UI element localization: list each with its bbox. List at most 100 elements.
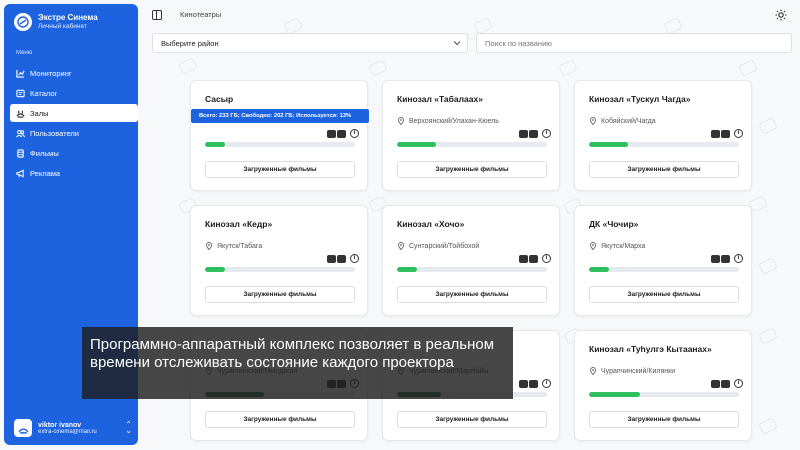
sidebar-item-films[interactable]: Фильмы (10, 144, 138, 162)
sidebar-item-monitoring[interactable]: Мониторинг (10, 64, 138, 82)
chevron-down-icon (453, 41, 461, 46)
users-icon (16, 129, 25, 137)
projector-icon[interactable] (327, 129, 347, 138)
cinema-card: Кинозал «Туһулгэ Кытаанах» Чурапчинский/… (574, 330, 752, 441)
card-status-icons: i (519, 379, 551, 388)
brand-name: Экстре Синема (38, 13, 98, 22)
location-pin-icon (590, 117, 596, 125)
storage-progress-bar (589, 142, 739, 147)
avatar (14, 419, 32, 437)
user-email: extra-cinema@mail.ru (38, 428, 97, 435)
cinema-title: Кинозал «Хочо» (397, 219, 465, 229)
storage-progress-fill (397, 142, 436, 147)
projector-icon[interactable] (327, 254, 347, 263)
sidebar-nav: Мониторинг Каталог Залы Пользователи Фил… (10, 64, 138, 184)
user-name: viktor ivanov (38, 421, 82, 429)
sidebar-item-label: Мониторинг (30, 68, 72, 78)
brand-subtitle: Личный кабинет (38, 23, 87, 30)
info-icon[interactable]: i (542, 254, 551, 263)
storage-progress-fill (589, 142, 628, 147)
cinema-location: Якутск/Табага (205, 242, 262, 250)
sidebar-toggle-icon[interactable] (152, 10, 162, 20)
projector-icon[interactable] (711, 379, 731, 388)
info-icon[interactable]: i (542, 379, 551, 388)
storage-progress-fill (205, 267, 225, 272)
sidebar-item-halls[interactable]: Залы (10, 104, 138, 122)
loaded-films-button[interactable]: Загруженные фильмы (205, 286, 355, 303)
sidebar-item-users[interactable]: Пользователи (10, 124, 138, 142)
storage-progress-fill (589, 392, 640, 397)
district-select[interactable]: Выберите район (152, 33, 468, 53)
sun-icon[interactable] (775, 9, 787, 21)
cinema-card: ДК «Чочир» Якутск/Мархa i Загруженные фил… (574, 205, 752, 316)
storage-progress-bar (397, 142, 547, 147)
projector-icon[interactable] (519, 129, 539, 138)
film-icon (17, 148, 24, 158)
brand-logo-icon (14, 13, 32, 31)
cinema-card: Кинозал «Табалаах» Верхоянский/Улахан-Кю… (382, 80, 560, 191)
cinema-location-text: Сунтарский/Тойбохой (409, 242, 480, 250)
storage-progress-fill (205, 142, 225, 147)
location-pin-icon (206, 242, 212, 250)
chevron-up-down-icon[interactable]: ⌃ ⌄ (125, 421, 132, 435)
storage-progress-bar (589, 392, 739, 397)
info-icon[interactable]: i (542, 129, 551, 138)
cinema-title: Кинозал «Туһулгэ Кытаанах» (589, 344, 712, 354)
sidebar-item-label: Пользователи (30, 128, 79, 138)
location-pin-icon (398, 242, 404, 250)
projector-icon[interactable] (519, 379, 539, 388)
cinema-title: Кинозал «Кедр» (205, 219, 273, 229)
loaded-films-button[interactable]: Загруженные фильмы (397, 161, 547, 178)
cinema-card: Кинозал «Кедр» Якутск/Табага i Загруженны… (190, 205, 368, 316)
info-icon[interactable]: i (350, 254, 359, 263)
projector-icon[interactable] (711, 254, 731, 263)
cinema-location: Верхоянский/Улахан-Кюель (397, 117, 499, 125)
cinema-location: Чурапчинский/Килянки (589, 367, 675, 375)
sidebar-item-ads[interactable]: Реклама (10, 164, 138, 182)
catalog-icon (16, 89, 25, 97)
card-status-icons: i (711, 379, 743, 388)
location-pin-icon (398, 117, 404, 125)
storage-progress-bar (205, 142, 355, 147)
card-status-icons: i (519, 254, 551, 263)
projector-icon[interactable] (519, 254, 539, 263)
storage-progress-fill (397, 267, 417, 272)
user-profile[interactable]: viktor ivanov extra-cinema@mail.ru ⌃ ⌄ (14, 419, 132, 437)
cinema-card: Кинозал «Тускул Чагда» Кобяйский/Чагда i… (574, 80, 752, 191)
halls-icon (18, 427, 28, 434)
info-icon[interactable]: i (734, 254, 743, 263)
cinema-card: Сасыр Всего: 233 ГБ; Свободно: 202 ГБ; Ис… (190, 80, 369, 191)
card-status-icons: i (327, 254, 359, 263)
card-status-icons: i (327, 129, 359, 138)
sidebar-item-label: Реклама (30, 168, 61, 178)
cinema-title: Кинозал «Тускул Чагда» (589, 94, 691, 104)
menu-caption: Меню (16, 50, 33, 56)
cinema-location-text: Верхоянский/Улахан-Кюель (409, 117, 499, 125)
cinema-location-text: Якутск/Мархa (601, 242, 646, 250)
info-icon[interactable]: i (350, 129, 359, 138)
storage-progress-fill (589, 267, 609, 272)
projector-icon[interactable] (711, 129, 731, 138)
location-pin-icon (590, 367, 596, 375)
loaded-films-button[interactable]: Загруженные фильмы (589, 411, 739, 428)
megaphone-icon (16, 169, 24, 177)
sidebar-item-label: Каталог (30, 88, 58, 98)
cinema-title: ДК «Чочир» (589, 219, 639, 229)
loaded-films-button[interactable]: Загруженные фильмы (397, 411, 547, 428)
caption-overlay: Программно-аппаратный комплекс позволяет… (82, 327, 513, 399)
loaded-films-button[interactable]: Загруженные фильмы (205, 411, 355, 428)
search-input[interactable] (476, 33, 792, 53)
loaded-films-button[interactable]: Загруженные фильмы (589, 161, 739, 178)
card-status-icons: i (711, 254, 743, 263)
loaded-films-button[interactable]: Загруженные фильмы (397, 286, 547, 303)
cinema-location: Якутск/Мархa (589, 242, 645, 250)
loaded-films-button[interactable]: Загруженные фильмы (205, 161, 355, 178)
storage-progress-bar (205, 267, 355, 272)
brand[interactable]: Экстре Синема Личный кабинет (14, 13, 98, 31)
info-icon[interactable]: i (734, 129, 743, 138)
cinema-location-text: Кобяйский/Чагда (601, 117, 656, 125)
loaded-films-button[interactable]: Загруженные фильмы (589, 286, 739, 303)
info-icon[interactable]: i (734, 379, 743, 388)
district-select-value: Выберите район (161, 38, 219, 48)
sidebar-item-catalog[interactable]: Каталог (10, 84, 138, 102)
